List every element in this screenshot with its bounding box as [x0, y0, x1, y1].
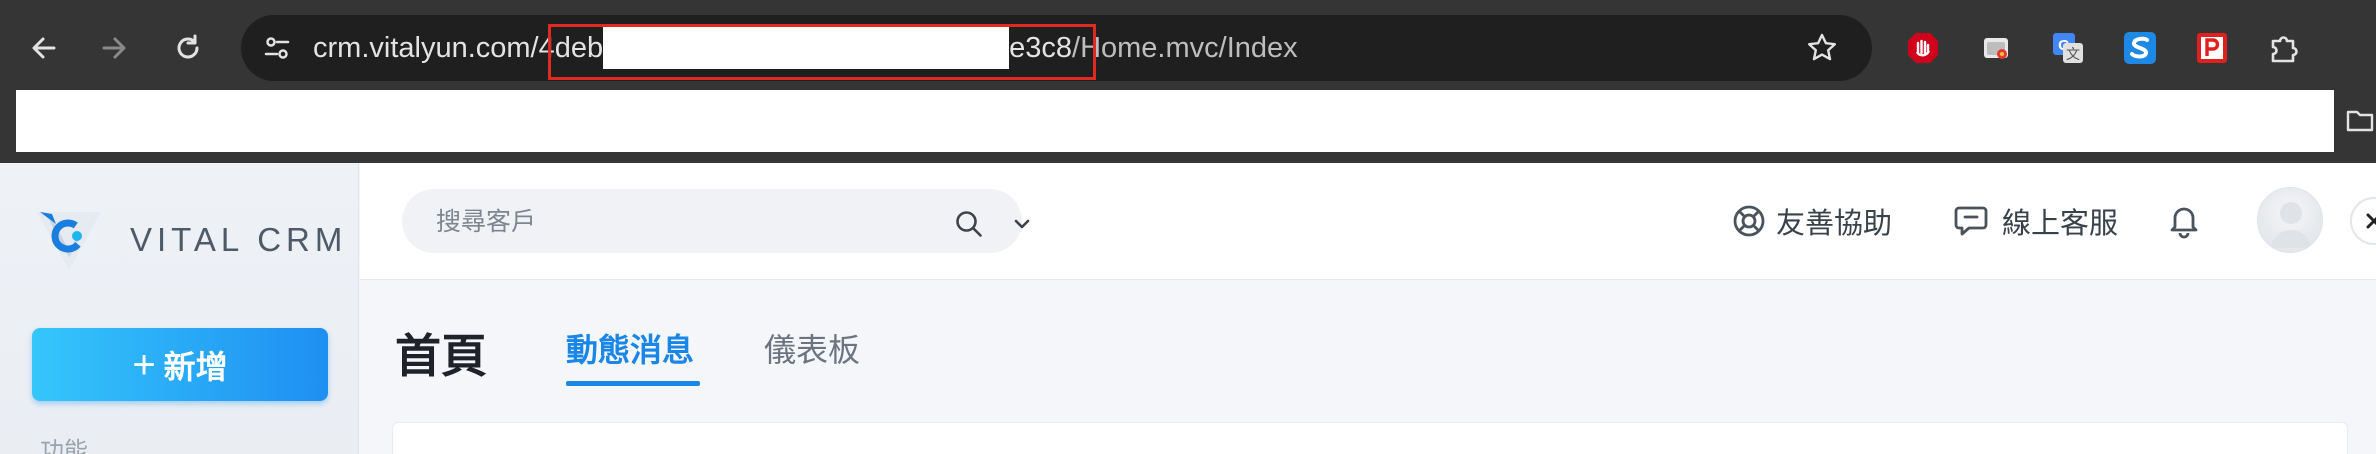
logo-text: VITAL CRM [130, 221, 348, 258]
help-label: 友善協助 [1776, 206, 1893, 240]
url-path: /Home.mvc/Index [1072, 31, 1298, 64]
url-highlight-box [548, 24, 1096, 80]
p-extension-icon[interactable] [2194, 30, 2230, 66]
customer-search [402, 189, 1030, 253]
puzzle-extensions-icon[interactable] [2266, 30, 2302, 66]
search-input[interactable] [436, 203, 866, 239]
tab-dashboard[interactable]: 儀表板 [764, 325, 860, 371]
lifebuoy-icon [1733, 205, 1765, 237]
folder-icon[interactable] [2344, 104, 2376, 136]
star-icon[interactable] [1802, 28, 1842, 68]
sidebar-section-label: 功能 [40, 437, 88, 454]
bell-icon[interactable] [2167, 203, 2201, 243]
url-host: crm.vitalyun.com/ [313, 31, 539, 64]
active-tab-indicator [566, 381, 700, 386]
app-sidebar: VITAL CRM + 新增 功能 [0, 163, 359, 454]
chevron-down-icon[interactable] [1012, 214, 1032, 238]
page-title: 首頁 [395, 329, 487, 383]
chat-support-icon [1954, 206, 1988, 236]
reload-icon[interactable] [162, 22, 214, 74]
search-icon[interactable] [954, 209, 984, 243]
add-new-label: 新增 [163, 348, 228, 385]
bookmarks-bar [16, 90, 2334, 152]
avatar[interactable] [2257, 187, 2323, 253]
help-link[interactable]: 友善協助 [1732, 200, 1892, 242]
site-settings-icon[interactable] [255, 26, 299, 70]
plus-icon: + [132, 342, 156, 387]
close-icon[interactable] [2350, 197, 2376, 245]
app-logo[interactable]: VITAL CRM [34, 208, 347, 272]
google-translate-icon[interactable]: G文 [2050, 30, 2086, 66]
app-header: 友善協助 線上客服 [360, 163, 2376, 280]
vital-crm-logo-icon [37, 212, 101, 270]
svg-text:文: 文 [2066, 47, 2080, 63]
content-card [392, 422, 2348, 454]
support-link[interactable]: 線上客服 [1954, 200, 2118, 242]
tab-news-feed[interactable]: 動態消息 [566, 325, 694, 371]
back-arrow-icon[interactable] [18, 22, 70, 74]
s-extension-icon[interactable] [2122, 30, 2158, 66]
forward-arrow-icon[interactable] [88, 22, 140, 74]
browser-toolbar: crm.vitalyun.com/4deb e3c8/Home.mvc/Index… [0, 0, 2376, 163]
support-label: 線上客服 [2002, 206, 2119, 240]
ublock-icon[interactable] [1905, 30, 1941, 66]
add-new-button[interactable]: + 新增 [32, 328, 328, 401]
tab-manager-icon[interactable] [1978, 30, 2014, 66]
